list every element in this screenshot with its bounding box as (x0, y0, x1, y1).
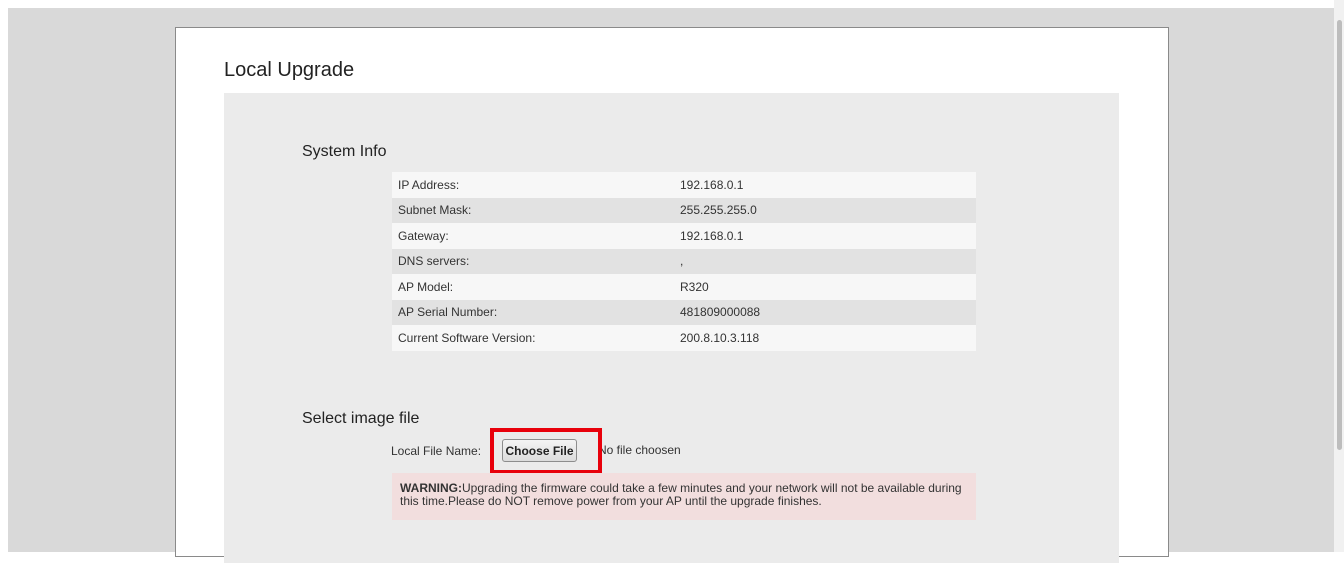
row-value: 200.8.10.3.118 (680, 330, 760, 345)
upgrade-card: Local Upgrade System Info IP Address: 19… (175, 27, 1169, 563)
upgrade-panel: System Info IP Address: 192.168.0.1 Subn… (224, 93, 1119, 563)
local-file-label: Local File Name: (391, 444, 482, 458)
row-label: IP Address: (398, 177, 460, 192)
warning-box: WARNING:Upgrading the firmware could tak… (392, 473, 976, 520)
row-value: 192.168.0.1 (680, 177, 744, 192)
row-label: Subnet Mask: (398, 203, 472, 218)
row-label: DNS servers: (398, 254, 470, 269)
row-label: AP Model: (398, 279, 454, 294)
row-value: R320 (680, 279, 709, 294)
row-value: 481809000088 (680, 305, 761, 320)
warning-text: Upgrading the firmware could take a few … (400, 481, 962, 508)
system-info-title: System Info (302, 143, 387, 160)
page-title: Local Upgrade (224, 59, 355, 81)
table-row: IP Address: 192.168.0.1 (392, 172, 976, 198)
row-value: 255.255.255.0 (680, 203, 757, 218)
table-row: Current Software Version: 200.8.10.3.118 (392, 325, 976, 351)
choose-file-button[interactable]: Choose File (502, 439, 577, 462)
table-row: Gateway: 192.168.0.1 (392, 223, 976, 249)
row-value: , (680, 254, 684, 269)
scrollbar-thumb[interactable] (1337, 20, 1342, 450)
system-info-table: IP Address: 192.168.0.1 Subnet Mask: 255… (392, 172, 976, 351)
row-value: 192.168.0.1 (680, 228, 744, 243)
table-row: AP Serial Number: 481809000088 (392, 299, 976, 325)
file-picker-row: Local File Name: Choose File No file cho… (391, 428, 892, 474)
file-status-text: No file choosen (598, 443, 681, 457)
row-label: Gateway: (398, 228, 449, 243)
table-row: AP Model: R320 (392, 274, 976, 300)
warning-prefix: WARNING: (400, 481, 462, 495)
table-row: DNS servers: , (392, 248, 976, 274)
table-row: Subnet Mask: 255.255.255.0 (392, 197, 976, 223)
row-label: Current Software Version: (398, 330, 536, 345)
row-label: AP Serial Number: (398, 305, 498, 320)
select-image-title: Select image file (302, 410, 420, 427)
